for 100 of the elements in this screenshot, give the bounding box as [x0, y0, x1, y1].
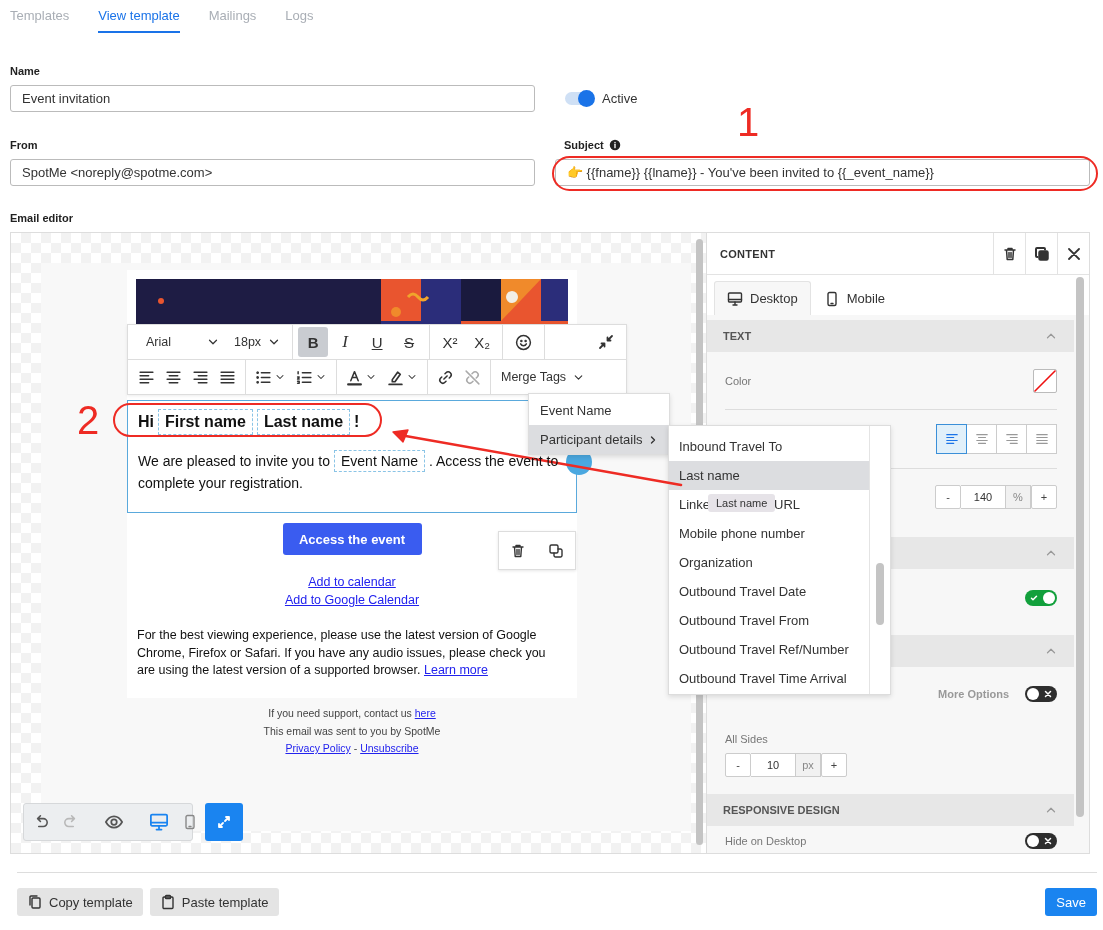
increment-button[interactable]: + [1031, 485, 1057, 509]
row-label: Hide on Desktop [725, 835, 807, 847]
align-left-button[interactable] [936, 424, 967, 454]
copy-icon [27, 894, 43, 910]
subject-field[interactable]: 👉 {{fname}} {{lname}} - You've been invited to {{_event_name}} [555, 159, 1090, 186]
align-center-icon[interactable] [165, 368, 182, 386]
align-right-button[interactable] [996, 424, 1027, 454]
toggle-switch[interactable] [565, 92, 594, 105]
unit-label: % [1005, 485, 1031, 509]
separator-text: - [352, 742, 359, 754]
learn-more-link[interactable]: Learn more [424, 663, 488, 677]
info-icon [608, 139, 621, 151]
emoji-icon[interactable] [515, 333, 533, 351]
delete-icon[interactable] [510, 542, 526, 559]
menu-item[interactable]: Organization [669, 548, 869, 577]
decrement-button[interactable]: - [935, 485, 961, 509]
close-icon [1065, 245, 1082, 262]
clipboard-icon [159, 894, 176, 910]
value-field[interactable]: 140 [961, 485, 1005, 509]
notice-text: For the best viewing experience, please use the latest version of Google Chrome, Firefox or Safari. If you have any audio issues, please check you are using the latest version of a supported browser. Learn more [136, 627, 547, 679]
section-header: TEXT [707, 320, 1074, 352]
toggle-switch[interactable] [1025, 590, 1057, 606]
align-icon [1034, 432, 1049, 446]
bullet-list-icon[interactable] [255, 368, 272, 386]
highlighter-icon[interactable] [387, 368, 404, 386]
delete-icon [1001, 245, 1018, 262]
tab[interactable]: Desktop [714, 281, 811, 315]
calendar-link[interactable]: Add to Google Calendar [284, 593, 420, 607]
strike-button[interactable]: S [394, 327, 425, 357]
save-button[interactable]: Save [1045, 888, 1097, 916]
script-button[interactable]: X₂ [467, 327, 498, 357]
unlink-icon[interactable] [464, 368, 481, 386]
numbered-list-icon[interactable] [296, 368, 313, 386]
close-icon [1044, 837, 1052, 845]
menu-item[interactable]: Outbound Travel Date [669, 577, 869, 606]
panel-title: CONTENT [719, 247, 777, 260]
menu-item[interactable]: Inbound Travel To [669, 432, 869, 461]
desktop-icon[interactable] [148, 812, 170, 832]
script-button[interactable]: X² [435, 327, 466, 357]
mobile-icon[interactable] [182, 812, 198, 832]
toggle-switch[interactable] [1025, 833, 1057, 849]
field-label: From [10, 138, 38, 152]
align-right-icon[interactable] [192, 368, 209, 386]
scrollbar[interactable] [876, 563, 884, 625]
row-label: More Options [938, 688, 1009, 700]
duplicate-icon[interactable] [548, 542, 564, 559]
from-field[interactable]: SpotMe <noreply@spotme.com> [10, 159, 535, 186]
calendar-link[interactable]: Add to calendar [308, 575, 396, 589]
support-link[interactable]: here [414, 707, 436, 719]
unsubscribe-link[interactable]: Unsubscribe [360, 742, 419, 754]
decrement-button[interactable]: - [725, 753, 751, 777]
align-justify-button[interactable] [1026, 424, 1057, 454]
menu-item[interactable]: Mobile phone number [669, 519, 869, 548]
field-label: Name [10, 64, 40, 78]
annotation-number: 2 [77, 400, 100, 440]
menu-item[interactable]: Outbound Travel Time Arrival [669, 664, 869, 693]
color-swatch[interactable] [1033, 368, 1057, 393]
section-header: RESPONSIVE DESIGN [707, 794, 1074, 826]
tab[interactable]: Mobile [810, 281, 898, 315]
tab[interactable]: View template [98, 0, 180, 33]
row-label: Color [725, 374, 752, 387]
desktop-icon [727, 290, 743, 307]
merge-tag[interactable]: Last name [256, 409, 351, 435]
text-color-icon[interactable] [346, 368, 363, 386]
sent-by-text: This email was sent to you by SpotMe [262, 723, 442, 739]
align-icon [974, 432, 989, 446]
font-dropdown[interactable]: Arial [140, 327, 226, 357]
support-text: If you need support, contact us here [267, 706, 437, 721]
menu-item[interactable]: Last name [669, 461, 869, 490]
bold-button[interactable]: B [298, 327, 329, 357]
collapse-icon[interactable] [598, 334, 614, 350]
value-field[interactable]: 10 [751, 753, 795, 777]
toggle-switch[interactable] [1025, 686, 1057, 702]
row-label: All Sides [725, 733, 768, 745]
increment-button[interactable]: + [821, 753, 847, 777]
access-button[interactable]: Access the event [282, 523, 422, 555]
underline-button[interactable]: U [362, 327, 393, 357]
size-dropdown[interactable]: 18px [228, 327, 288, 357]
annotation-number: 1 [737, 102, 760, 142]
italic-button[interactable]: I [330, 327, 361, 357]
menu-item[interactable]: Event Name [529, 396, 669, 425]
menu-item[interactable]: Participant details [529, 425, 669, 454]
check-icon [1030, 594, 1038, 602]
menu-item[interactable]: Outbound Travel From [669, 606, 869, 635]
merge-tags-dropdown[interactable]: Merge Tags [491, 362, 596, 392]
greeting-text: Hi [138, 412, 154, 432]
field-label: Subject [564, 138, 604, 152]
align-left-icon[interactable] [138, 368, 155, 386]
name-field[interactable]: Event invitation [10, 85, 535, 112]
menu-item[interactable]: Outbound Travel Ref/Number [669, 635, 869, 664]
paste-button[interactable]: Paste template [149, 888, 279, 916]
fullscreen-button[interactable] [205, 803, 243, 841]
unit-label: px [795, 753, 821, 777]
merge-tag[interactable]: First name [158, 409, 253, 435]
scrollbar[interactable] [1076, 277, 1084, 817]
privacy-link[interactable]: Privacy Policy [285, 742, 351, 754]
copy-button[interactable]: Copy template [17, 888, 143, 916]
link-icon[interactable] [437, 368, 454, 386]
justify-icon[interactable] [219, 368, 236, 386]
greeting-text: ! [354, 412, 360, 432]
